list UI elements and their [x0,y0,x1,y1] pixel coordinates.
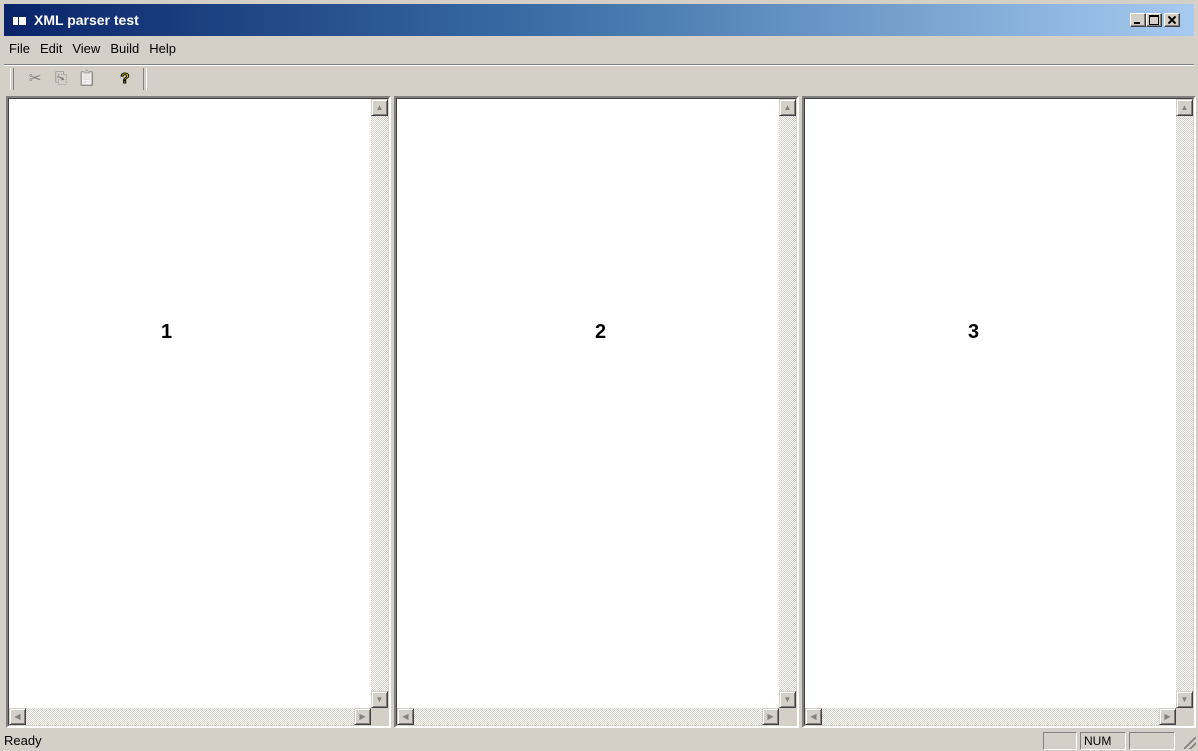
view-pane-2[interactable]: 2 ▲ ▼ ◀ ▶ [394,96,799,728]
pane-1-label: 1 [161,321,173,343]
status-indicator-num: NUM [1080,732,1126,750]
view-pane-1[interactable]: 1 ▲ ▼ ◀ ▶ [6,96,391,728]
pane-3-label: 3 [968,321,980,343]
resize-grip-icon[interactable] [1184,737,1196,749]
copy-button[interactable]: ⎘ [50,68,72,90]
help-button[interactable]: ? [114,68,136,90]
scroll-right-icon[interactable]: ▶ [1159,708,1176,725]
scroll-up-icon[interactable]: ▲ [1176,99,1193,116]
minimize-button[interactable] [1130,13,1146,27]
view-pane-3[interactable]: 3 ▲ ▼ ◀ ▶ [802,96,1196,728]
window-title: XML parser test [34,12,139,28]
scroll-corner [371,708,388,725]
status-bar: Ready NUM [0,731,1198,751]
pane-2-vertical-scrollbar[interactable]: ▲ ▼ [779,99,796,708]
cut-button[interactable]: ✂ [24,68,46,90]
scroll-up-icon[interactable]: ▲ [779,99,796,116]
toolbar: ✂ ⎘ 📋 ? [4,64,1194,93]
scroll-left-icon[interactable]: ◀ [9,708,26,725]
menu-file[interactable]: File [4,38,35,60]
pane-3-vertical-scrollbar[interactable]: ▲ ▼ [1176,99,1193,708]
scroll-down-icon[interactable]: ▼ [371,691,388,708]
menu-view[interactable]: View [67,38,105,60]
scroll-right-icon[interactable]: ▶ [354,708,371,725]
menu-help[interactable]: Help [144,38,181,60]
menu-edit[interactable]: Edit [35,38,67,60]
pane-2-frame: 2 ▲ ▼ ◀ ▶ [396,98,797,726]
help-icon: ? [120,70,130,88]
close-button[interactable] [1164,13,1180,27]
title-bar[interactable]: XML parser test [4,4,1194,36]
menu-build[interactable]: Build [105,38,144,60]
paste-button[interactable]: 📋 [76,68,98,90]
pane-1-horizontal-scrollbar[interactable]: ◀ ▶ [9,708,371,725]
toolbar-grip[interactable] [10,68,14,90]
status-text: Ready [4,733,42,748]
scroll-up-icon[interactable]: ▲ [371,99,388,116]
scroll-corner [779,708,796,725]
main-window: XML parser test File Edit View Build Help ✂ … [0,0,1198,751]
status-indicator-caps [1043,732,1077,750]
pane-1-vertical-scrollbar[interactable]: ▲ ▼ [371,99,388,708]
scroll-down-icon[interactable]: ▼ [1176,691,1193,708]
app-icon[interactable] [12,13,27,26]
scroll-corner [1176,708,1193,725]
scroll-left-icon[interactable]: ◀ [805,708,822,725]
scroll-left-icon[interactable]: ◀ [397,708,414,725]
pane-2-horizontal-scrollbar[interactable]: ◀ ▶ [397,708,779,725]
pane-3-horizontal-scrollbar[interactable]: ◀ ▶ [805,708,1176,725]
maximize-button[interactable] [1146,13,1162,27]
scroll-right-icon[interactable]: ▶ [762,708,779,725]
paste-icon: 📋 [77,70,97,87]
pane-2-label: 2 [595,321,607,343]
cut-icon: ✂ [28,70,42,87]
pane-3-frame: 3 ▲ ▼ ◀ ▶ [804,98,1194,726]
scroll-down-icon[interactable]: ▼ [779,691,796,708]
pane-1-frame: 1 ▲ ▼ ◀ ▶ [8,98,389,726]
toolbar-separator [143,68,147,90]
copy-icon: ⎘ [54,70,67,87]
status-indicator-scroll [1129,732,1175,750]
menu-bar: File Edit View Build Help [4,38,1194,60]
